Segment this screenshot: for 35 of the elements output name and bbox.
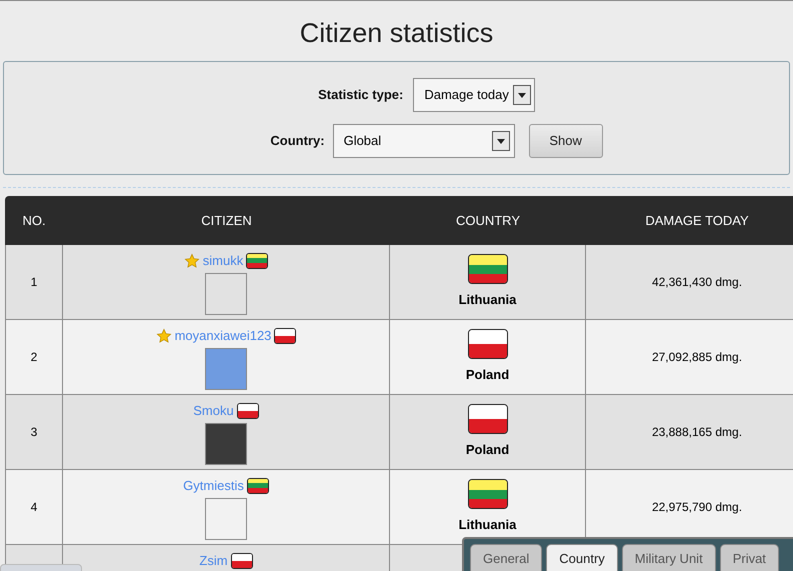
statistic-type-dropdown[interactable]: Damage today [413, 78, 535, 112]
field-label: Statistic type: [318, 86, 404, 104]
field-label: Country: [270, 132, 325, 150]
column-header: DAMAGE TODAY [644, 212, 750, 230]
flag-icon [468, 329, 508, 360]
citizen-link[interactable]: Gytmiestis [183, 476, 244, 496]
tab[interactable]: General [470, 544, 542, 571]
country-dropdown[interactable]: Global [332, 124, 515, 158]
page-title: Citizen statistics [298, 17, 494, 50]
country-name: Poland [466, 366, 510, 384]
show-button[interactable]: Show [528, 124, 603, 158]
damage-value: 23,888,165 dmg. [652, 424, 742, 441]
flag-icon [468, 479, 508, 510]
flag-icon [468, 254, 508, 284]
tab[interactable]: Privat [720, 544, 779, 571]
damage-value: 22,975,790 dmg. [652, 499, 742, 516]
flag-icon [468, 404, 508, 434]
column-header: CITIZEN [200, 212, 253, 230]
damage-value: 42,361,430 dmg. [652, 274, 742, 291]
country-name: Poland [466, 441, 510, 460]
citizen-link[interactable]: moyanxiawei123 [174, 326, 272, 346]
citizen-link[interactable]: simukk [202, 251, 244, 270]
column-header: COUNTRY [454, 212, 522, 230]
country-name: Lithuania [458, 516, 516, 534]
citizen-link[interactable]: Zsim [199, 551, 228, 570]
rank-number: 3 [30, 424, 38, 441]
rank-number: 2 [30, 349, 38, 366]
citizen-link[interactable]: Smoku [193, 401, 234, 420]
tab[interactable]: Country [546, 544, 618, 571]
tab[interactable]: Military Unit [622, 544, 716, 571]
rank-number: 4 [30, 499, 38, 516]
rank-number: 1 [30, 274, 38, 291]
country-name: Lithuania [458, 291, 516, 310]
damage-value: 27,092,885 dmg. [652, 349, 742, 366]
column-header: NO. [21, 212, 47, 230]
